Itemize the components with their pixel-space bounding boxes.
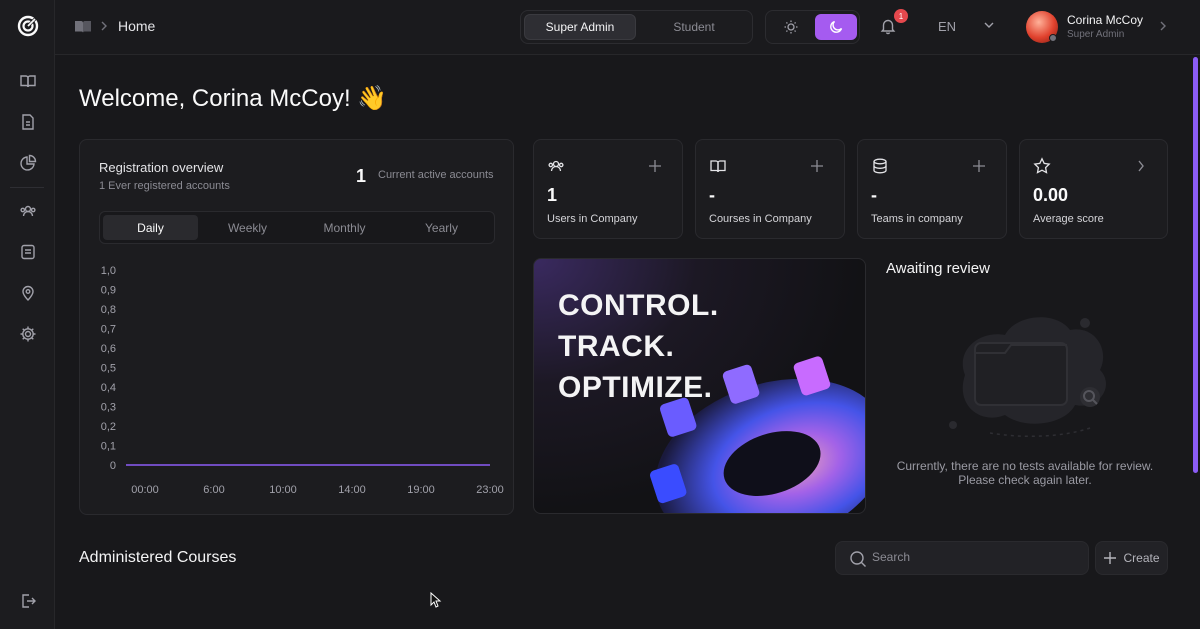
empty-folder-illustration (949, 317, 1106, 437)
theme-switch (765, 10, 860, 44)
sidebar-location-pin-icon[interactable] (17, 282, 39, 304)
role-switch: Super Admin Student (520, 10, 753, 44)
add-course-plus-icon[interactable] (810, 159, 824, 173)
notification-count-badge: 1 (894, 9, 908, 23)
tab-daily[interactable]: Daily (103, 215, 198, 240)
mouse-cursor-icon (430, 592, 442, 608)
search-input[interactable] (872, 550, 1072, 564)
add-user-plus-icon[interactable] (648, 159, 662, 173)
banner-line-1: CONTROL. (558, 289, 719, 322)
language-chevron-down-icon[interactable] (983, 21, 995, 29)
user-name[interactable]: Corina McCoy (1067, 13, 1143, 27)
stat-value: - (871, 185, 877, 205)
create-button-label: Create (1123, 551, 1160, 565)
page-scrollbar[interactable] (1193, 57, 1198, 473)
y-tick-label: 0,4 (101, 382, 116, 394)
sidebar (0, 0, 55, 629)
role-student-button[interactable]: Student (638, 14, 750, 40)
awaiting-review-message: Currently, there are no tests available … (896, 459, 1154, 487)
tab-yearly[interactable]: Yearly (394, 215, 489, 240)
language-code[interactable]: EN (938, 19, 956, 34)
book-icon (710, 160, 726, 173)
registration-chart: 1,0 0,9 0,8 0,7 0,6 0,5 0,4 0,3 0,2 0,1 0 00:00 6:00… (101, 265, 504, 496)
stat-label: Users in Company (547, 213, 638, 225)
breadcrumb-current[interactable]: Home (118, 18, 155, 34)
x-tick-label: 10:00 (269, 484, 297, 496)
sidebar-courses-book-icon[interactable] (17, 70, 39, 92)
x-tick-label: 23:00 (476, 484, 504, 496)
breadcrumb-chevron-right-icon (101, 21, 107, 31)
y-tick-label: 0,9 (101, 285, 116, 297)
user-status-dot (1049, 34, 1057, 42)
stat-card-users: 1 Users in Company (533, 139, 683, 239)
tab-weekly[interactable]: Weekly (200, 215, 295, 240)
stat-label: Courses in Company (709, 213, 812, 225)
plus-icon (1104, 552, 1117, 564)
promo-banner: CONTROL. TRACK. OPTIMIZE. (533, 258, 866, 514)
active-accounts-label: Current active accounts (378, 169, 494, 181)
period-tabs: Daily Weekly Monthly Yearly (99, 211, 495, 244)
x-tick-label: 14:00 (338, 484, 366, 496)
x-tick-label: 00:00 (131, 484, 159, 496)
users-icon (548, 160, 564, 172)
stat-value: - (709, 185, 715, 205)
registration-subtitle: 1 Ever registered accounts (99, 180, 230, 192)
sidebar-document-icon[interactable] (17, 111, 39, 133)
create-course-button[interactable]: Create (1095, 541, 1168, 575)
light-theme-button[interactable] (770, 14, 812, 40)
stat-label: Teams in company (871, 213, 963, 225)
y-tick-label: 0,5 (101, 363, 116, 375)
stat-value: 1 (547, 185, 558, 205)
dark-theme-button[interactable] (815, 14, 857, 40)
y-tick-label: 0,6 (101, 343, 116, 355)
moon-icon (830, 20, 843, 33)
stat-card-teams: - Teams in company (857, 139, 1007, 239)
search-icon (850, 551, 866, 567)
stat-card-courses: - Courses in Company (695, 139, 845, 239)
y-tick-label: 0,1 (101, 441, 116, 453)
y-tick-label: 0 (110, 460, 116, 472)
registration-overview-card: Registration overview 1 Ever registered … (79, 139, 514, 515)
y-tick-label: 0,3 (101, 402, 116, 414)
y-tick-label: 1,0 (101, 265, 116, 277)
stat-label: Average score (1033, 213, 1104, 225)
sidebar-users-icon[interactable] (17, 200, 39, 222)
sidebar-list-icon[interactable] (17, 241, 39, 263)
database-icon (873, 158, 887, 174)
top-bar: Home Super Admin Student 1 EN Corina McC… (55, 0, 1200, 55)
tab-monthly[interactable]: Monthly (297, 215, 392, 240)
awaiting-review-title: Awaiting review (886, 260, 990, 277)
role-super-admin-button[interactable]: Super Admin (524, 14, 636, 40)
gear-illustration (649, 356, 865, 513)
breadcrumb-book-icon[interactable] (74, 19, 92, 35)
app-logo-icon[interactable] (17, 15, 39, 37)
welcome-heading: Welcome, Corina McCoy! 👋 (79, 85, 388, 112)
x-tick-label: 19:00 (407, 484, 435, 496)
y-tick-label: 0,2 (101, 421, 116, 433)
sidebar-pie-chart-icon[interactable] (17, 152, 39, 174)
add-team-plus-icon[interactable] (972, 159, 986, 173)
sidebar-divider (10, 187, 44, 188)
stat-card-average-score: 0.00 Average score (1019, 139, 1168, 239)
administered-courses-title: Administered Courses (79, 549, 237, 566)
stat-value: 0.00 (1033, 185, 1069, 205)
y-tick-label: 0,8 (101, 304, 116, 316)
course-search (835, 541, 1089, 575)
registration-title: Registration overview (99, 160, 224, 175)
user-menu-chevron-right-icon[interactable] (1159, 20, 1167, 32)
sun-icon (784, 20, 798, 34)
average-score-chevron-right-icon[interactable] (1137, 159, 1145, 173)
user-role: Super Admin (1067, 29, 1125, 40)
star-icon (1033, 157, 1051, 174)
sidebar-settings-gear-icon[interactable] (17, 323, 39, 345)
x-tick-label: 6:00 (203, 484, 224, 496)
y-tick-label: 0,7 (101, 324, 116, 336)
active-accounts-count: 1 (356, 166, 367, 186)
sidebar-logout-icon[interactable] (17, 590, 39, 612)
